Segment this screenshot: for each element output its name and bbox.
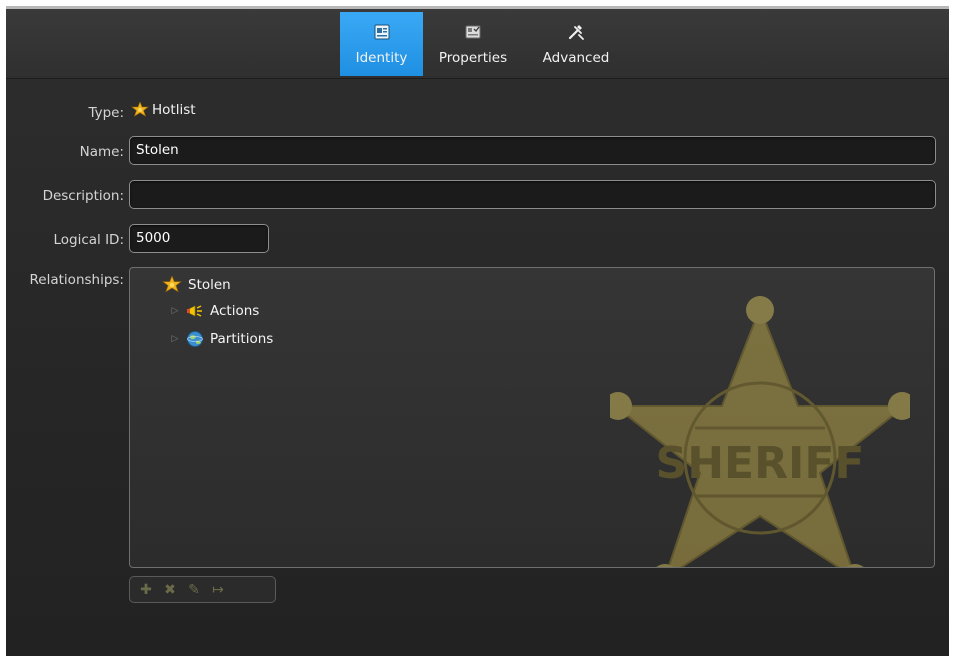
tree-item-label: Partitions (210, 331, 274, 347)
tab-advanced-label: Advanced (542, 50, 610, 66)
logical-id-label: Logical ID: (53, 232, 124, 248)
tools-icon (568, 25, 584, 40)
description-field[interactable] (129, 180, 936, 209)
add-icon[interactable]: ✚ (138, 582, 154, 598)
id-card-icon (374, 24, 389, 40)
tab-identity[interactable]: Identity (340, 12, 423, 76)
name-label: Name: (79, 144, 124, 160)
jump-to-icon[interactable]: ↦ (210, 582, 226, 598)
tab-advanced[interactable]: Advanced (532, 12, 620, 76)
tree-item-label: Actions (210, 303, 260, 319)
description-label: Description: (42, 188, 124, 204)
tab-properties[interactable]: Properties (432, 12, 514, 76)
sheriff-badge-icon (131, 102, 149, 117)
tree-item-stolen[interactable]: Stolen (162, 276, 231, 294)
relationships-label: Relationships: (29, 272, 124, 288)
expand-arrow-icon[interactable]: ▷ (170, 334, 180, 344)
tree-item-partitions[interactable]: ▷ Partitions (170, 330, 273, 348)
sheriff-badge-icon (162, 276, 182, 293)
sheriff-badge-watermark: SHERIFF (610, 296, 910, 567)
delete-icon[interactable]: ✖ (162, 582, 178, 598)
hotlist-config-window: Identity Properties Advanced Type: Hotli… (6, 6, 949, 656)
sheriff-watermark-text: SHERIFF (656, 438, 865, 489)
expand-arrow-icon[interactable]: ▷ (170, 306, 180, 316)
tree-item-label: Stolen (188, 277, 231, 293)
logical-id-field[interactable]: 5000 (129, 224, 269, 253)
globe-icon (187, 331, 203, 347)
tab-identity-label: Identity (355, 50, 408, 66)
edit-icon[interactable]: ✎ (186, 582, 202, 598)
megaphone-icon (187, 305, 202, 317)
relationships-toolbar: ✚ ✖ ✎ ↦ (129, 576, 276, 603)
type-value-text: Hotlist (152, 102, 196, 118)
tab-properties-label: Properties (438, 50, 508, 66)
relationships-tree[interactable]: SHERIFF Stolen ▷ Actions ▷ Partitions (129, 267, 935, 568)
tab-bar: Identity Properties Advanced (6, 9, 949, 79)
type-value: Hotlist (131, 102, 196, 118)
name-field[interactable]: Stolen (129, 136, 936, 165)
properties-icon (465, 25, 481, 39)
tree-item-actions[interactable]: ▷ Actions (170, 303, 260, 319)
type-label: Type: (88, 105, 124, 121)
